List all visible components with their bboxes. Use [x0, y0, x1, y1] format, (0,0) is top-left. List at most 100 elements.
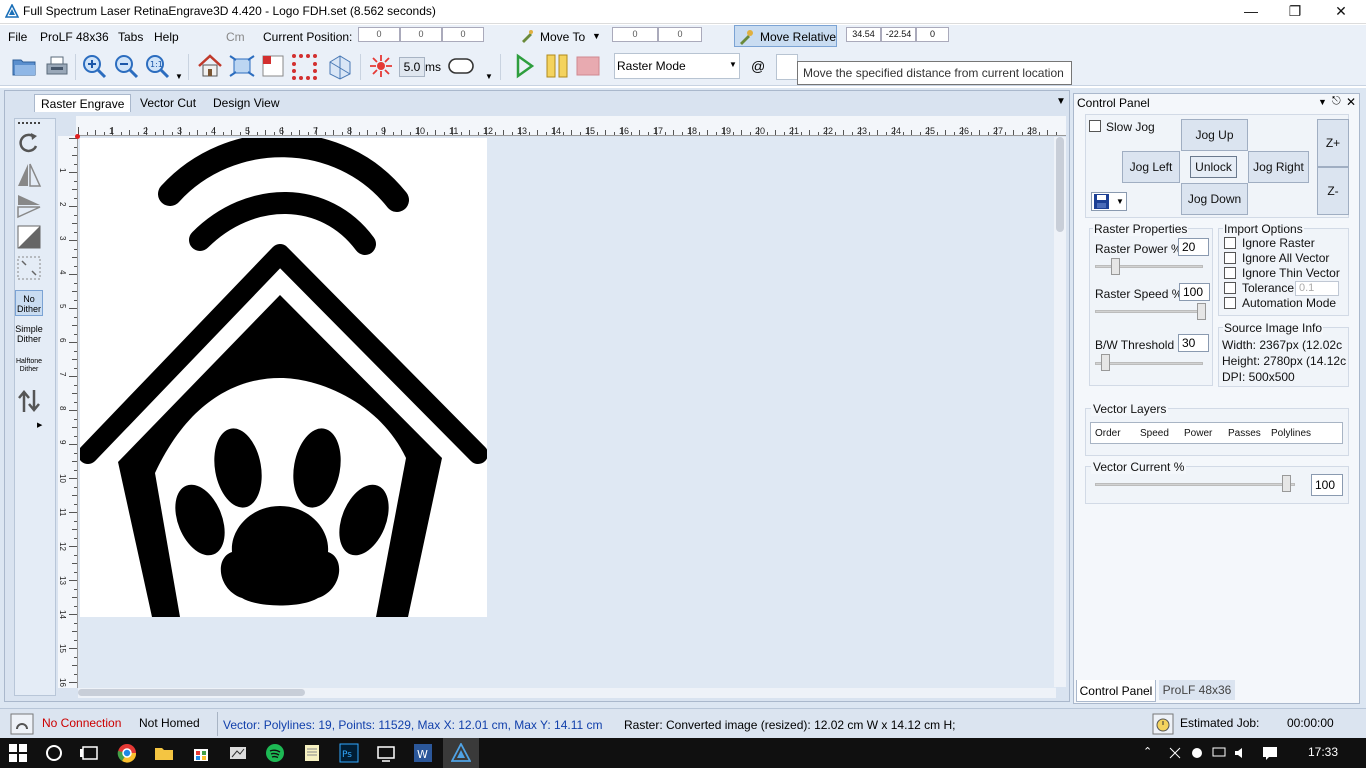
- resize-icon[interactable]: [16, 255, 42, 281]
- sort-arrows-icon[interactable]: [16, 388, 42, 414]
- power-input[interactable]: [776, 54, 798, 80]
- photoshop-icon[interactable]: Ps: [339, 743, 359, 763]
- remote-desktop-icon[interactable]: [376, 743, 396, 763]
- tabs-menu-icon[interactable]: ▼: [1056, 96, 1066, 107]
- move-to-x[interactable]: 0: [612, 27, 658, 42]
- move-relative-z[interactable]: 0: [916, 27, 949, 42]
- unlock-button[interactable]: Unlock: [1190, 156, 1237, 178]
- start-icon[interactable]: [510, 52, 538, 80]
- bounding-box-icon[interactable]: [290, 52, 318, 80]
- home-icon[interactable]: [196, 52, 224, 80]
- pause-icon[interactable]: [543, 52, 571, 80]
- mode-dropdown-icon[interactable]: ▼: [729, 60, 737, 69]
- jog-left-button[interactable]: Jog Left: [1122, 151, 1180, 183]
- panel-menu-icon[interactable]: ▼: [1318, 97, 1327, 107]
- z-up-button[interactable]: Z+: [1317, 119, 1349, 167]
- close-button[interactable]: ✕: [1318, 0, 1364, 24]
- maximize-button[interactable]: ❐: [1272, 0, 1318, 24]
- toolbox-grip[interactable]: [18, 122, 40, 124]
- move-relative-x[interactable]: 34.54: [846, 27, 881, 42]
- tray-monitor-icon[interactable]: [1212, 746, 1226, 760]
- tolerance-input[interactable]: 0.1: [1295, 281, 1339, 296]
- bw-threshold-slider-thumb[interactable]: [1101, 354, 1110, 371]
- halftone-dither-button[interactable]: Halftone: [15, 358, 43, 366]
- panel-close-icon[interactable]: ✕: [1346, 95, 1356, 109]
- raster-speed-slider-thumb[interactable]: [1197, 303, 1206, 320]
- media-app-icon[interactable]: [228, 743, 248, 763]
- image-icon[interactable]: [259, 52, 287, 80]
- chrome-icon[interactable]: [117, 743, 137, 763]
- zoom-in-icon[interactable]: [80, 52, 108, 80]
- raster-power-slider-thumb[interactable]: [1111, 258, 1120, 275]
- tray-chevron-icon[interactable]: ⌃: [1143, 745, 1152, 758]
- ignore-thin-vector-checkbox[interactable]: [1224, 267, 1236, 279]
- menu-file[interactable]: File: [8, 30, 27, 44]
- toggle-icon[interactable]: [447, 57, 475, 75]
- laser-fire-icon[interactable]: [367, 52, 395, 80]
- word-icon[interactable]: W: [413, 743, 433, 763]
- zoom-out-icon[interactable]: [112, 52, 140, 80]
- jog-down-button[interactable]: Jog Down: [1181, 183, 1248, 215]
- invert-icon[interactable]: [16, 224, 42, 250]
- notepad-icon[interactable]: [302, 743, 322, 763]
- search-icon[interactable]: [44, 743, 64, 763]
- retinaengrave-taskbar-icon[interactable]: [451, 743, 471, 763]
- move-to-dropdown-icon[interactable]: ▼: [592, 31, 601, 41]
- jog-right-button[interactable]: Jog Right: [1248, 151, 1309, 183]
- 3d-view-icon[interactable]: [326, 52, 354, 80]
- laser-dropdown-icon[interactable]: ▼: [485, 72, 493, 81]
- z-down-button[interactable]: Z-: [1317, 167, 1349, 215]
- open-folder-icon[interactable]: [10, 52, 38, 80]
- pin-icon[interactable]: ⎋: [1332, 95, 1341, 108]
- raster-speed-input[interactable]: 100: [1179, 283, 1210, 301]
- spotify-icon[interactable]: [265, 743, 285, 763]
- tab-prolf[interactable]: ProLF 48x36: [1159, 680, 1235, 700]
- menu-model[interactable]: ProLF 48x36: [40, 30, 109, 44]
- jog-up-button[interactable]: Jog Up: [1181, 119, 1248, 151]
- raster-power-input[interactable]: 20: [1178, 238, 1209, 256]
- horizontal-scroll-thumb[interactable]: [78, 689, 305, 696]
- ignore-raster-checkbox[interactable]: [1224, 237, 1236, 249]
- column-order[interactable]: Order: [1095, 428, 1121, 439]
- save-icon[interactable]: [43, 52, 71, 80]
- raster-speed-slider[interactable]: [1095, 310, 1203, 313]
- tab-raster-engrave[interactable]: Raster Engrave: [34, 94, 132, 112]
- rotate-icon[interactable]: [16, 130, 42, 156]
- tab-design-view[interactable]: Design View: [207, 94, 285, 112]
- zoom-dropdown-icon[interactable]: ▼: [175, 72, 183, 81]
- tab-vector-cut[interactable]: Vector Cut: [134, 94, 202, 112]
- toolbox-expand-icon[interactable]: ▶: [37, 421, 42, 429]
- action-center-icon[interactable]: [1262, 745, 1278, 761]
- vector-current-slider-thumb[interactable]: [1282, 475, 1291, 492]
- column-speed[interactable]: Speed: [1140, 428, 1169, 439]
- zoom-actual-icon[interactable]: 1:1: [143, 52, 171, 80]
- automation-mode-checkbox[interactable]: [1224, 297, 1236, 309]
- vector-current-input[interactable]: 100: [1311, 474, 1343, 496]
- menu-help[interactable]: Help: [154, 30, 179, 44]
- store-icon[interactable]: [191, 743, 211, 763]
- column-polylines[interactable]: Polylines: [1271, 428, 1311, 439]
- tray-app-icon[interactable]: [1190, 746, 1204, 760]
- tray-network-icon[interactable]: [1168, 746, 1182, 760]
- slow-jog-checkbox[interactable]: [1089, 120, 1101, 132]
- move-relative-y[interactable]: -22.54: [881, 27, 916, 42]
- flip-vertical-icon[interactable]: [16, 193, 42, 219]
- tolerance-checkbox[interactable]: [1224, 282, 1236, 294]
- move-to-y[interactable]: 0: [658, 27, 702, 42]
- pulse-duration-input[interactable]: 5.0: [399, 57, 425, 77]
- file-explorer-icon[interactable]: [154, 743, 174, 763]
- move-to-button[interactable]: Move To: [540, 30, 585, 44]
- column-power[interactable]: Power: [1184, 428, 1212, 439]
- windows-start-icon[interactable]: [9, 744, 27, 762]
- task-view-icon[interactable]: [80, 743, 100, 763]
- minimize-button[interactable]: —: [1228, 0, 1274, 24]
- vector-current-slider[interactable]: [1095, 483, 1295, 486]
- bw-threshold-input[interactable]: 30: [1178, 334, 1209, 352]
- fit-view-icon[interactable]: [228, 52, 256, 80]
- flip-horizontal-icon[interactable]: [16, 162, 42, 188]
- tray-volume-icon[interactable]: [1234, 746, 1248, 760]
- engrave-image[interactable]: [78, 133, 488, 617]
- bw-threshold-slider[interactable]: [1095, 362, 1203, 365]
- connect-icon[interactable]: [10, 713, 34, 735]
- ignore-all-vector-checkbox[interactable]: [1224, 252, 1236, 264]
